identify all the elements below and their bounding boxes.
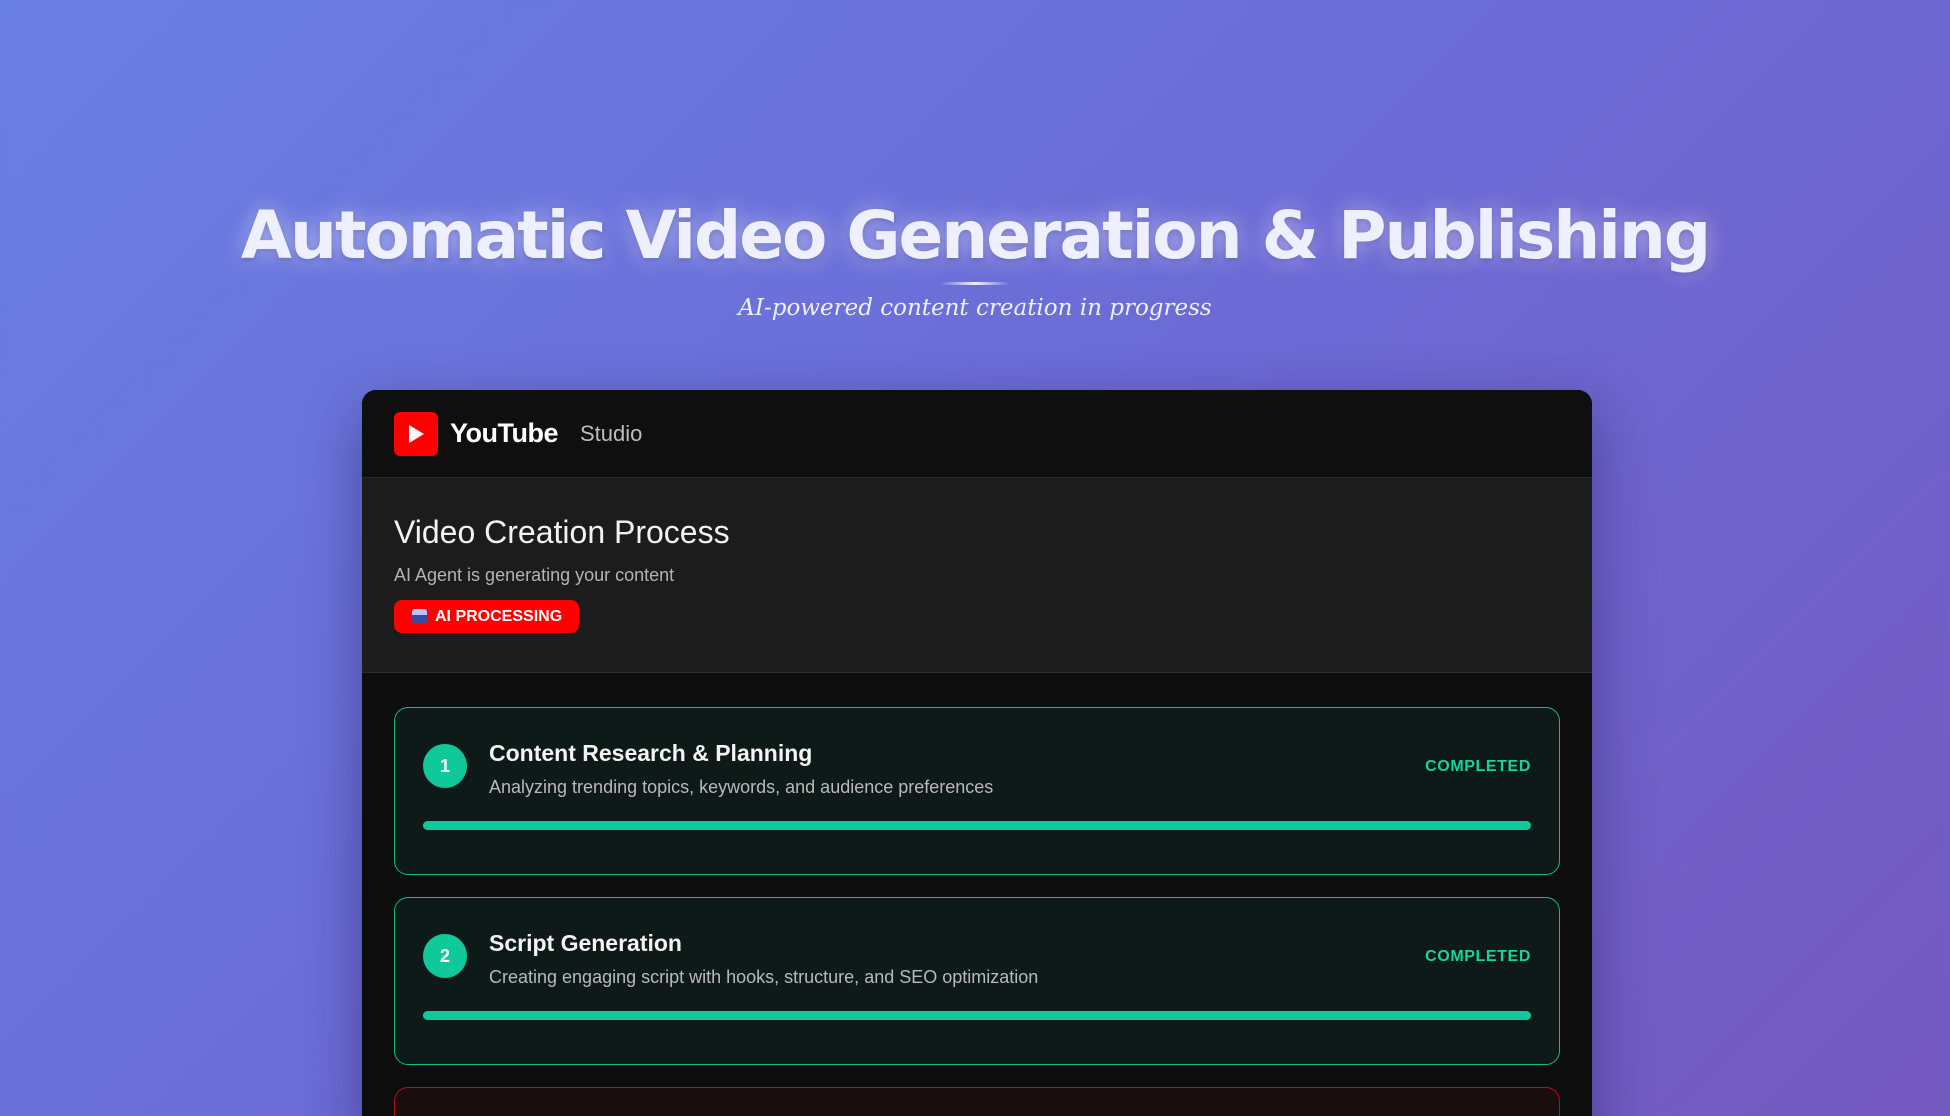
process-title: Video Creation Process	[394, 514, 730, 550]
step-status: COMPLETED	[1425, 948, 1531, 965]
page-subtitle: AI-powered content creation in progress	[738, 295, 1212, 321]
progress-fill	[423, 821, 1531, 830]
robot-icon	[412, 609, 427, 624]
youtube-play-icon[interactable]	[394, 411, 438, 456]
hero: Automatic Video Generation & Publishing …	[0, 190, 1950, 321]
status-badge: AI PROCESSING	[394, 600, 580, 633]
brand-name[interactable]: YouTube	[450, 418, 558, 449]
progress-bar	[423, 821, 1531, 830]
step-description: Creating engaging script with hooks, str…	[489, 967, 1039, 987]
step-card-next	[394, 1087, 1560, 1116]
title-divider	[940, 282, 1010, 285]
studio-header: YouTube Studio	[362, 390, 1592, 478]
progress-bar	[423, 1011, 1531, 1020]
studio-panel: YouTube Studio Video Creation Process AI…	[362, 390, 1592, 1116]
step-status: COMPLETED	[1425, 758, 1531, 775]
steps-list: 1 Content Research & Planning Analyzing …	[362, 673, 1592, 1116]
status-badge-label: AI PROCESSING	[435, 607, 563, 625]
step-title: Content Research & Planning	[489, 740, 813, 766]
step-title: Script Generation	[489, 930, 682, 956]
brand-subtitle: Studio	[579, 420, 643, 446]
process-subtitle: AI Agent is generating your content	[394, 565, 675, 585]
step-number-badge: 1	[423, 744, 467, 788]
page-title: Automatic Video Generation & Publishing	[240, 197, 1711, 274]
step-description: Analyzing trending topics, keywords, and…	[489, 777, 994, 797]
step-number-badge: 2	[423, 934, 467, 978]
process-section: Video Creation Process AI Agent is gener…	[362, 478, 1592, 673]
step-card: 2 Script Generation Creating engaging sc…	[394, 897, 1560, 1065]
progress-fill	[423, 1011, 1531, 1020]
step-card: 1 Content Research & Planning Analyzing …	[394, 707, 1560, 875]
